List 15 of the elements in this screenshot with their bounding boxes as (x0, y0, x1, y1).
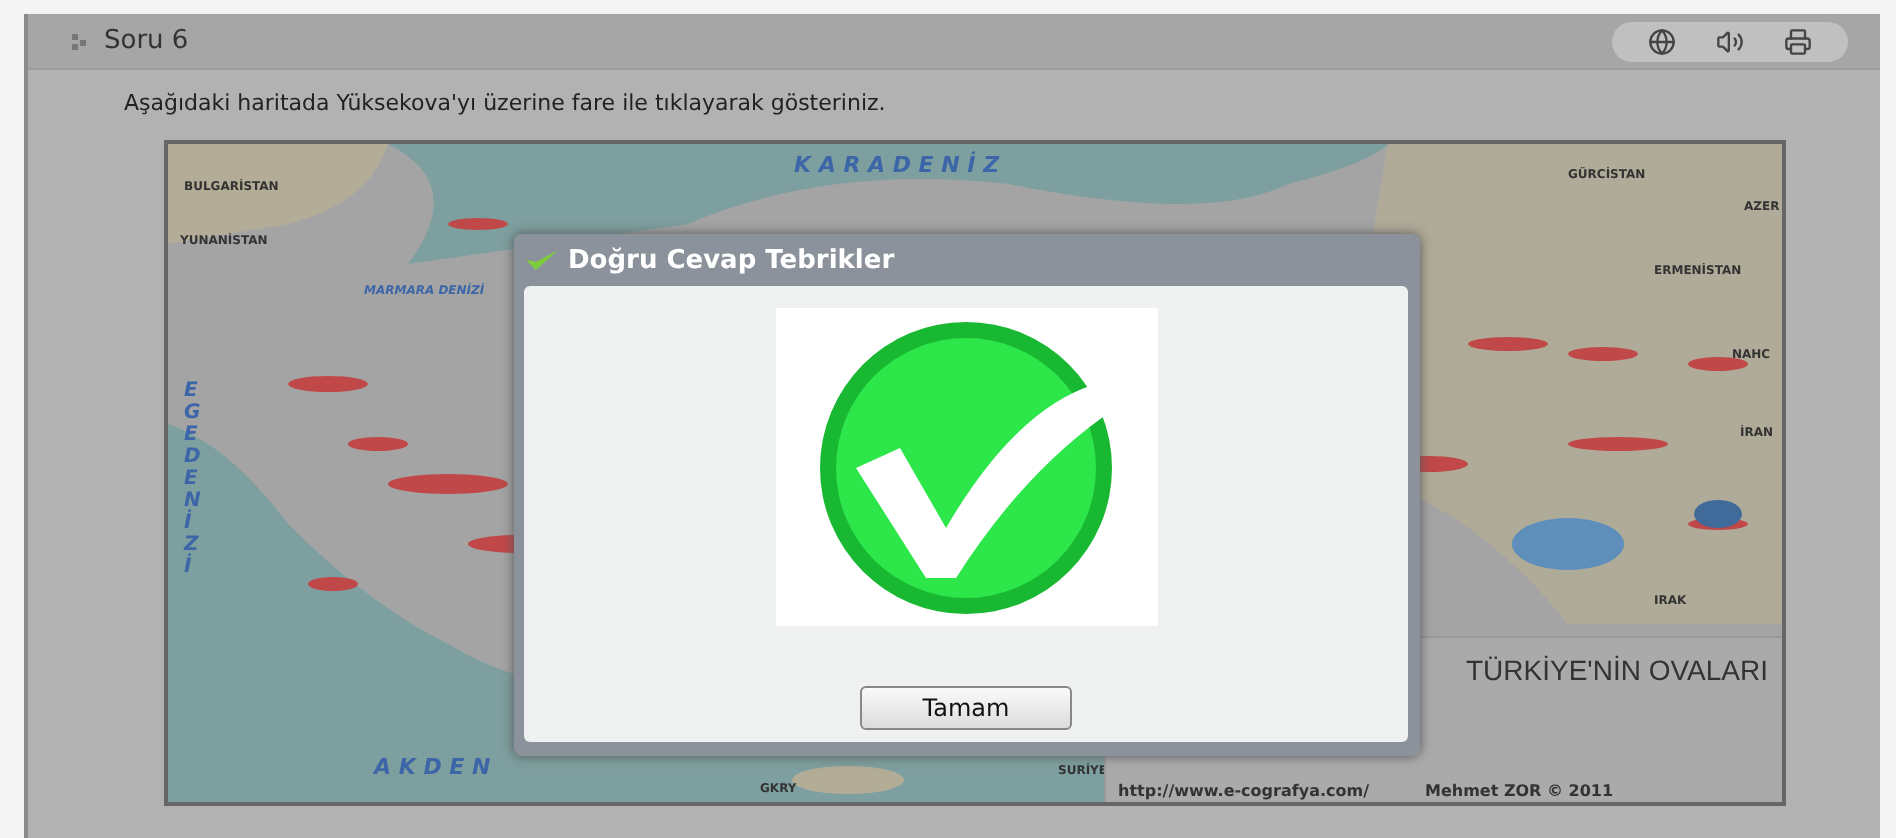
source-url: http://www.e-cografya.com/ (1118, 782, 1369, 800)
printer-icon[interactable] (1784, 27, 1812, 55)
globe-icon[interactable] (1648, 27, 1676, 55)
map-title: TÜRKİYE'NİN OVALARI (1466, 654, 1768, 686)
sea-label: A K D E N (374, 754, 491, 780)
question-text: Aşağıdaki haritada Yüksekova'yı üzerine fare ile tıklayarak gösteriniz. (124, 90, 888, 116)
check-icon (524, 248, 560, 272)
ok-button[interactable]: Tamam (860, 686, 1072, 730)
dialog-title: Doğru Cevap Tebrikler (568, 245, 895, 275)
speaker-icon[interactable] (1716, 27, 1744, 55)
author-credit: Mehmet ZOR © 2011 (1425, 782, 1614, 800)
grip-icon (72, 31, 88, 51)
question-title: Soru 6 (104, 26, 191, 56)
sea-label: K A R A D E N İ Z (794, 152, 1000, 178)
sea-label: EGEDENİZİ (184, 380, 203, 578)
